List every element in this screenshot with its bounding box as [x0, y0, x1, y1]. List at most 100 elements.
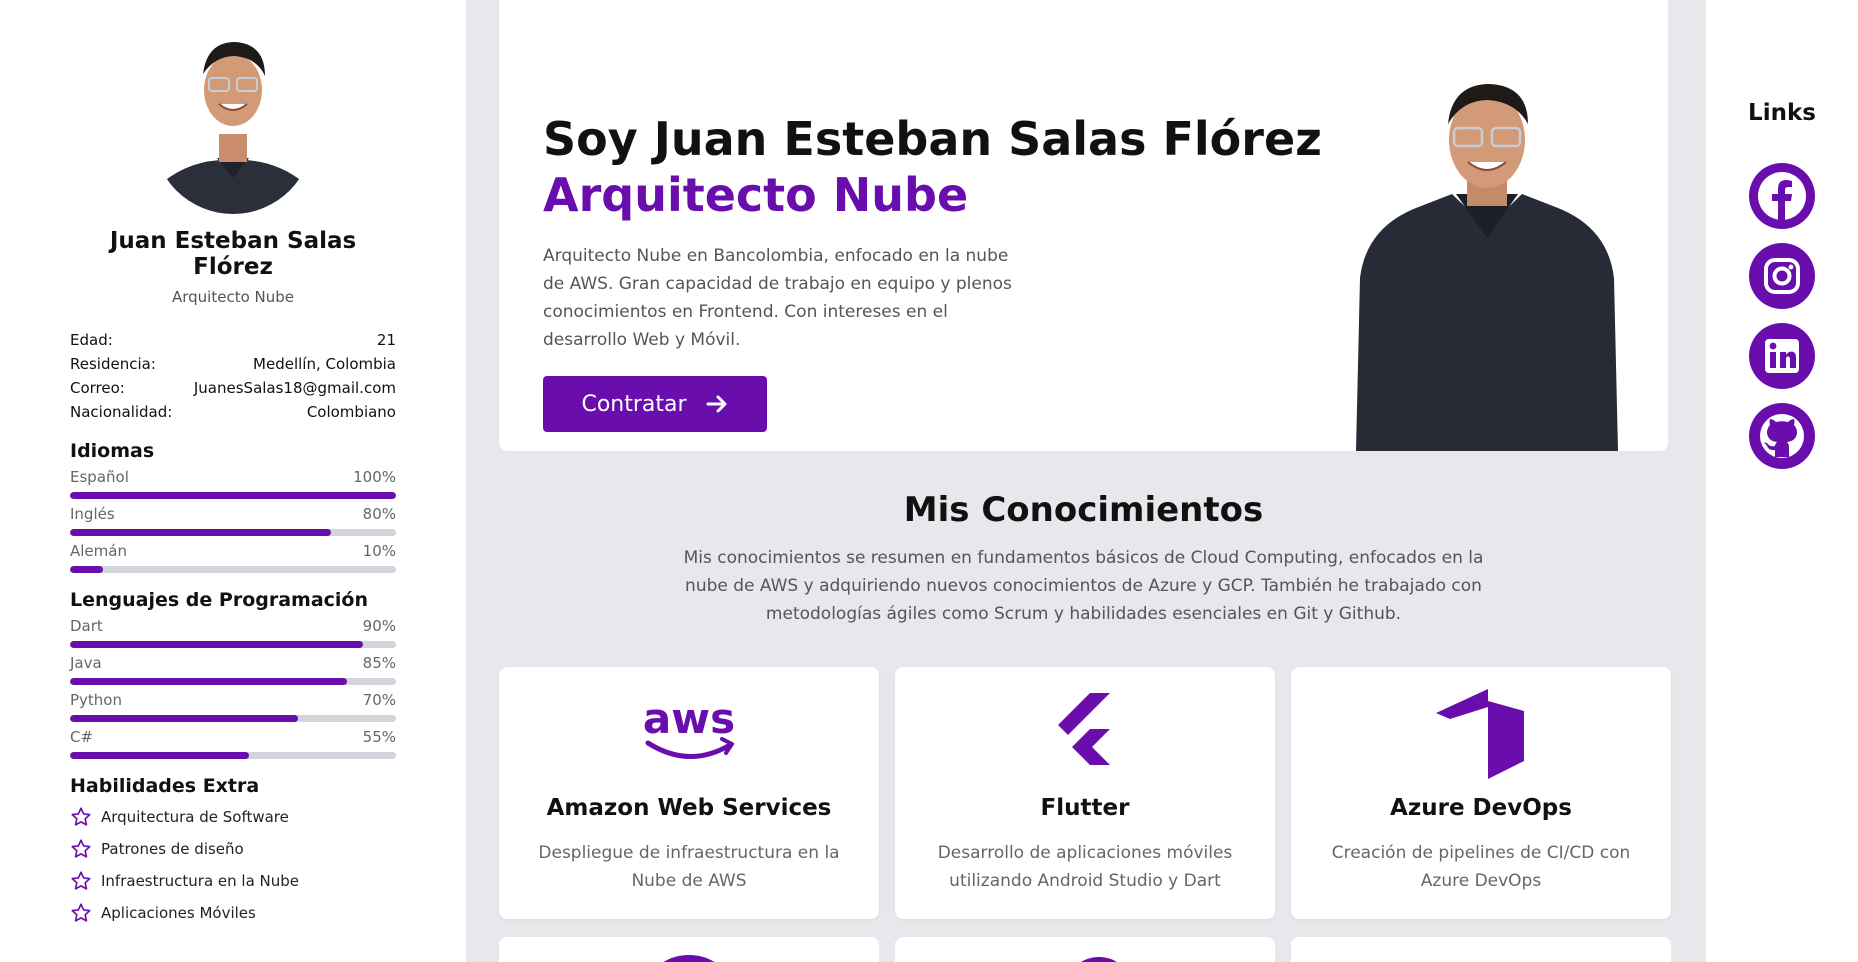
card-description: Desarrollo de aplicaciones móviles utili… [937, 843, 1233, 891]
card-logo-partial-icon [1081, 957, 1117, 962]
programming-item: C# 55% [70, 728, 396, 759]
github-icon [1760, 414, 1804, 458]
aws-logo-icon: aws [643, 694, 735, 759]
programming-item: Python 70% [70, 691, 396, 722]
progress-fill [70, 492, 396, 499]
progress-track [70, 678, 396, 685]
hero-title: Soy Juan Esteban Salas Flórez [543, 112, 1322, 166]
progress-track [70, 492, 396, 499]
programming-name: Java [70, 654, 102, 672]
profile-role: Arquitecto Nube [171, 288, 295, 306]
info-label: Nacionalidad: [70, 403, 173, 421]
language-percent: 10% [362, 542, 396, 560]
progress-fill [70, 529, 331, 536]
info-value: JuanesSalas18@gmail.com [193, 379, 396, 397]
profile-photo [1356, 84, 1618, 451]
info-row-email: Correo: JuanesSalas18@gmail.com [70, 376, 396, 400]
instagram-icon [1764, 258, 1800, 294]
progress-fill [70, 752, 250, 759]
progress-fill [70, 641, 364, 648]
languages-list: Español 100% Inglés 80% Alemán 10% [70, 468, 396, 573]
info-value: Medellín, Colombia [253, 355, 396, 373]
programming-item: Java 85% [70, 654, 396, 685]
personal-info: Edad: 21 Residencia: Medellín, Colombia … [70, 328, 396, 424]
flutter-logo-icon [1058, 693, 1110, 765]
facebook-icon [1758, 172, 1806, 220]
extra-skill-label: Patrones de diseño [101, 840, 244, 858]
programming-name: C# [70, 728, 94, 746]
programming-percent: 90% [362, 617, 396, 635]
card-logo-partial-icon [663, 955, 715, 962]
language-name: Inglés [70, 505, 115, 523]
star-outline-icon [71, 807, 91, 826]
programming-percent: 70% [362, 691, 396, 709]
info-value: 21 [376, 331, 396, 349]
info-label: Correo: [70, 379, 125, 397]
language-item: Español 100% [70, 468, 396, 499]
languages-title: Idiomas [70, 440, 155, 462]
hero-description: Arquitecto Nube en Bancolombia, enfocado… [543, 246, 1012, 350]
language-name: Alemán [70, 542, 127, 560]
instagram-link[interactable] [1749, 243, 1815, 309]
star-outline-icon [71, 871, 91, 890]
extra-skill-label: Infraestructura en la Nube [101, 872, 300, 890]
progress-fill [70, 678, 348, 685]
language-item: Alemán 10% [70, 542, 396, 573]
programming-title: Lenguajes de Programación [70, 589, 369, 611]
language-name: Español [70, 468, 129, 486]
programming-percent: 85% [362, 654, 396, 672]
programming-name: Python [70, 691, 122, 709]
progress-track [70, 566, 396, 573]
avatar [153, 38, 313, 214]
star-outline-icon [71, 903, 91, 922]
extra-skill-item: Arquitectura de Software [70, 801, 396, 833]
extra-skills-list: Arquitectura de Software Patrones de dis… [70, 801, 396, 929]
extra-skills-title: Habilidades Extra [70, 775, 260, 797]
progress-track [70, 641, 396, 648]
links-sidebar: Links [1706, 0, 1858, 962]
card-title: Flutter [1040, 795, 1130, 821]
progress-fill [70, 566, 103, 573]
linkedin-link[interactable] [1749, 323, 1815, 389]
github-link[interactable] [1749, 403, 1815, 469]
knowledge-card-flutter: Flutter Desarrollo de aplicaciones móvil… [895, 667, 1275, 919]
links-title: Links [1748, 100, 1816, 126]
extra-skill-item: Infraestructura en la Nube [70, 865, 396, 897]
facebook-link[interactable] [1749, 163, 1815, 229]
knowledge-card-partial [1291, 937, 1671, 962]
programming-item: Dart 90% [70, 617, 396, 648]
knowledge-card-partial [895, 937, 1275, 962]
knowledge-title: Mis Conocimientos [903, 490, 1264, 530]
progress-track [70, 529, 396, 536]
profile-name: Juan Esteban Salas Flórez [109, 228, 357, 280]
knowledge-card-azure-devops: Azure DevOps Creación de pipelines de CI… [1291, 667, 1671, 919]
progress-track [70, 752, 396, 759]
extra-skill-label: Arquitectura de Software [101, 808, 289, 826]
info-row-age: Edad: 21 [70, 328, 396, 352]
extra-skill-item: Aplicaciones Móviles [70, 897, 396, 929]
card-description: Creación de pipelines de CI/CD con Azure… [1331, 843, 1631, 891]
profile-sidebar: Juan Esteban Salas Flórez Arquitecto Nub… [0, 0, 466, 962]
info-row-nationality: Nacionalidad: Colombiano [70, 400, 396, 424]
info-label: Edad: [70, 331, 113, 349]
hire-button-label: Contratar [581, 391, 687, 417]
programming-percent: 55% [362, 728, 396, 746]
knowledge-card-partial [499, 937, 879, 962]
linkedin-icon [1765, 339, 1799, 373]
card-title: Azure DevOps [1390, 795, 1572, 821]
knowledge-description: Mis conocimientos se resumen en fundamen… [683, 548, 1484, 624]
programming-list: Dart 90% Java 85% Python 70% C# 55% [70, 617, 396, 759]
hire-button[interactable]: Contratar [543, 376, 767, 432]
card-description: Despliegue de infraestructura en la Nube… [538, 843, 840, 891]
language-percent: 100% [353, 468, 396, 486]
knowledge-card-aws: aws Amazon Web Services Despliegue de in… [499, 667, 879, 919]
progress-fill [70, 715, 299, 722]
extra-skill-label: Aplicaciones Móviles [101, 904, 256, 922]
hero-section: Soy Juan Esteban Salas Flórez Arquitecto… [499, 0, 1668, 451]
star-outline-icon [71, 839, 91, 858]
arrow-right-icon [706, 395, 727, 413]
card-title: Amazon Web Services [546, 795, 832, 821]
info-row-residence: Residencia: Medellín, Colombia [70, 352, 396, 376]
info-label: Residencia: [70, 355, 156, 373]
hero-subtitle: Arquitecto Nube [543, 168, 969, 222]
